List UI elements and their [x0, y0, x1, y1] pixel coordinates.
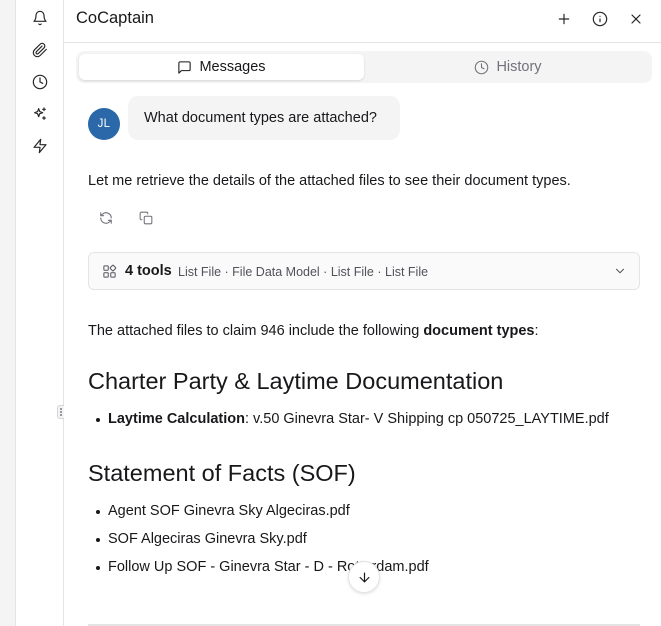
regenerate-button[interactable] — [96, 208, 116, 228]
chevron-down-icon — [613, 264, 627, 278]
zap-icon[interactable] — [31, 137, 49, 155]
list-item: Follow Up SOF - Ginevra Star - D - Rotte… — [96, 559, 429, 575]
bell-icon[interactable] — [31, 9, 49, 27]
info-icon — [592, 11, 608, 27]
panel-header: CoCaptain — [64, 0, 661, 43]
tab-messages[interactable]: Messages — [79, 54, 364, 80]
answer-intro-prefix: The attached files to claim 946 include … — [88, 323, 424, 339]
list-item-value: Agent SOF Ginevra Sky Algeciras.pdf — [108, 503, 350, 519]
left-edge-strip — [0, 0, 16, 626]
info-button[interactable] — [590, 9, 610, 29]
refresh-icon — [100, 212, 112, 224]
user-message-text: What document types are attached? — [144, 110, 377, 126]
answer-intro-suffix: : — [534, 323, 539, 339]
assistant-message-text: Let me retrieve the details of the attac… — [88, 173, 571, 189]
sparkles-icon[interactable] — [31, 105, 49, 123]
answer-intro: The attached files to claim 946 include … — [88, 323, 539, 339]
tab-history[interactable]: History — [367, 54, 649, 80]
paperclip-icon[interactable] — [31, 41, 49, 59]
avatar: JL — [88, 108, 120, 140]
blocks-icon — [102, 264, 117, 279]
tool-calls-summary[interactable]: 4 tools List File · File Data Model · Li… — [88, 252, 640, 290]
user-message-bubble: What document types are attached? — [128, 96, 400, 140]
list-item: Agent SOF Ginevra Sky Algeciras.pdf — [96, 503, 350, 519]
section-heading: Charter Party & Laytime Documentation — [88, 368, 504, 394]
list-item: SOF Algeciras Ginevra Sky.pdf — [96, 531, 307, 547]
message-square-icon — [178, 60, 192, 74]
tab-bar: Messages History — [76, 51, 652, 83]
copy-button[interactable] — [136, 208, 156, 228]
page-title: CoCaptain — [76, 9, 154, 27]
cocaptain-panel: CoCaptain Messages History JL What docum… — [64, 0, 661, 626]
tab-history-label: History — [496, 59, 542, 75]
close-icon — [631, 14, 641, 24]
clock-icon — [475, 60, 489, 74]
list-item-value: v.50 Ginevra Star- V Shipping cp 050725_… — [253, 411, 609, 427]
plus-icon — [558, 13, 570, 25]
tools-list: List File · File Data Model · List File … — [178, 265, 429, 279]
list-item-value: SOF Algeciras Ginevra Sky.pdf — [108, 531, 307, 547]
section-heading: Statement of Facts (SOF) — [88, 460, 356, 486]
list-item-label: Laytime Calculation — [108, 411, 245, 427]
list-item-separator: : — [244, 411, 254, 427]
tools-count: 4 tools — [125, 263, 172, 279]
arrow-down-icon — [359, 572, 369, 582]
clock-icon[interactable] — [31, 73, 49, 91]
scroll-to-bottom-button[interactable] — [348, 561, 380, 593]
list-item: Laytime Calculation: v.50 Ginevra Star- … — [96, 411, 609, 427]
new-chat-button[interactable] — [554, 9, 574, 29]
list-item-value: Follow Up SOF - Ginevra Star - D - Rotte… — [108, 559, 429, 575]
copy-icon — [139, 211, 153, 225]
icon-rail — [16, 0, 64, 626]
tab-messages-label: Messages — [199, 59, 266, 75]
close-button[interactable] — [626, 9, 646, 29]
answer-intro-bold: document types — [423, 323, 535, 339]
